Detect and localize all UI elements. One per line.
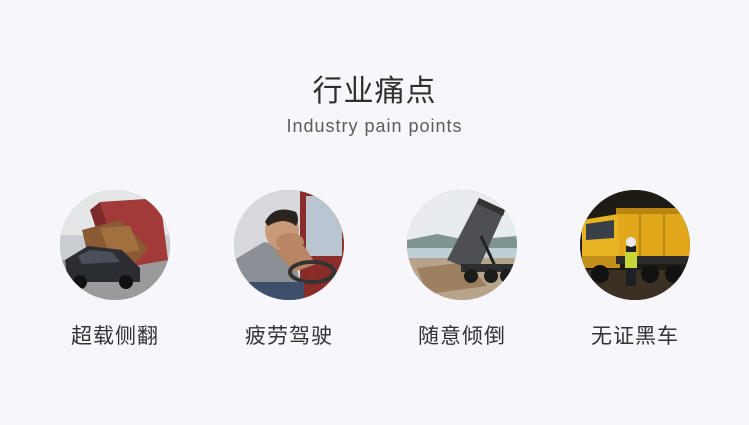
- pain-point-label: 疲劳驾驶: [245, 324, 333, 348]
- pain-point-item-overload-rollover: 超载侧翻: [35, 190, 195, 350]
- section-title: 行业痛点: [312, 74, 437, 109]
- pain-point-label: 超载侧翻: [71, 324, 159, 348]
- pain-point-label: 无证黑车: [591, 324, 679, 348]
- pain-point-item-unlicensed-vehicle: 无证黑车: [555, 190, 715, 350]
- section-header: 行业痛点 Industry pain points: [0, 72, 749, 138]
- pain-point-item-fatigue-driving: 疲劳驾驶: [209, 190, 369, 350]
- dump-truck-unloading-image: [407, 190, 517, 300]
- section-subtitle: Industry pain points: [286, 116, 463, 136]
- overturned-truck-image: [60, 190, 170, 300]
- pain-point-label: 随意倾倒: [418, 324, 506, 348]
- pain-point-item-random-dumping: 随意倾倒: [382, 190, 542, 350]
- tired-driver-image: [234, 190, 344, 300]
- yellow-dump-truck-night-image: [580, 190, 690, 300]
